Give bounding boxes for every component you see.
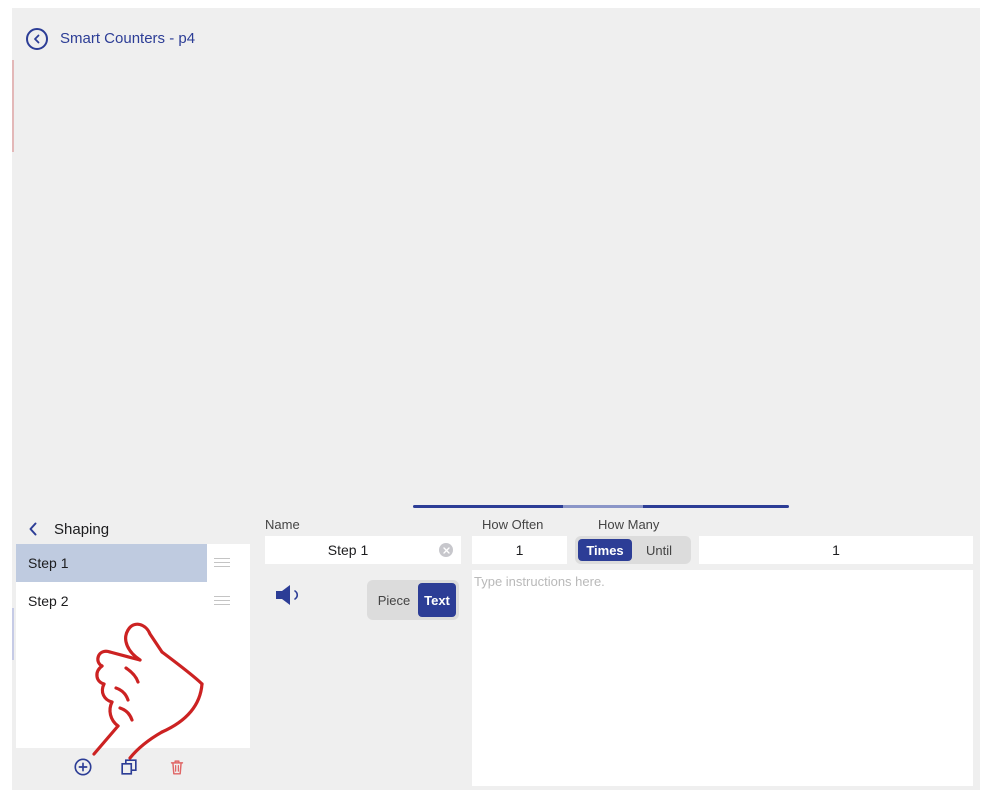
until-option[interactable]: Until — [632, 539, 686, 561]
step-list-toolbar — [72, 756, 212, 780]
edge-marker — [12, 608, 14, 660]
name-value: Step 1 — [327, 542, 369, 558]
instructions-placeholder: Type instructions here. — [474, 574, 605, 589]
panel-title: Shaping — [54, 520, 110, 538]
duplicate-icon — [121, 759, 137, 775]
how-many-label: How Many — [598, 517, 660, 532]
step-list: Step 1 Step 2 — [16, 544, 250, 748]
add-step-button[interactable] — [72, 756, 94, 778]
text-option[interactable]: Text — [418, 583, 456, 617]
panel-back-button[interactable]: Shaping — [28, 518, 109, 540]
back-icon[interactable] — [26, 28, 48, 50]
edge-marker — [12, 60, 14, 152]
drag-handle-icon[interactable] — [214, 596, 230, 606]
trash-icon — [170, 760, 184, 775]
delete-step-button[interactable] — [166, 756, 188, 778]
speaker-icon[interactable] — [274, 583, 308, 607]
instructions-textarea[interactable]: Type instructions here. — [472, 570, 973, 786]
step-row-1[interactable]: Step 1 — [16, 544, 250, 582]
step-row-2[interactable]: Step 2 — [16, 582, 250, 620]
step-label: Step 2 — [28, 593, 69, 609]
clear-icon[interactable] — [439, 543, 453, 557]
name-label: Name — [265, 517, 300, 532]
times-option[interactable]: Times — [578, 539, 632, 561]
duplicate-step-button[interactable] — [118, 756, 140, 778]
name-field[interactable]: Step 1 — [265, 536, 461, 564]
page-title: Smart Counters - p4 — [60, 30, 196, 47]
how-often-field[interactable]: 1 — [472, 536, 567, 564]
repeat-mode-segmented-control: Times Until — [575, 536, 691, 564]
how-often-label: How Often — [482, 517, 544, 532]
chevron-left-icon — [29, 522, 37, 536]
app-window: Smart Counters - p4 Shaping Step 1 Step … — [12, 8, 980, 790]
how-many-field[interactable]: 1 — [699, 536, 973, 564]
scrollbar-thumb[interactable] — [563, 505, 643, 508]
step-label: Step 1 — [28, 555, 69, 571]
plus-circle-icon — [74, 758, 92, 776]
drag-handle-icon[interactable] — [214, 558, 230, 568]
content-type-segmented-control: Piece Text — [367, 580, 459, 620]
piece-option[interactable]: Piece — [370, 583, 418, 617]
horizontal-scrollbar[interactable] — [413, 505, 789, 508]
